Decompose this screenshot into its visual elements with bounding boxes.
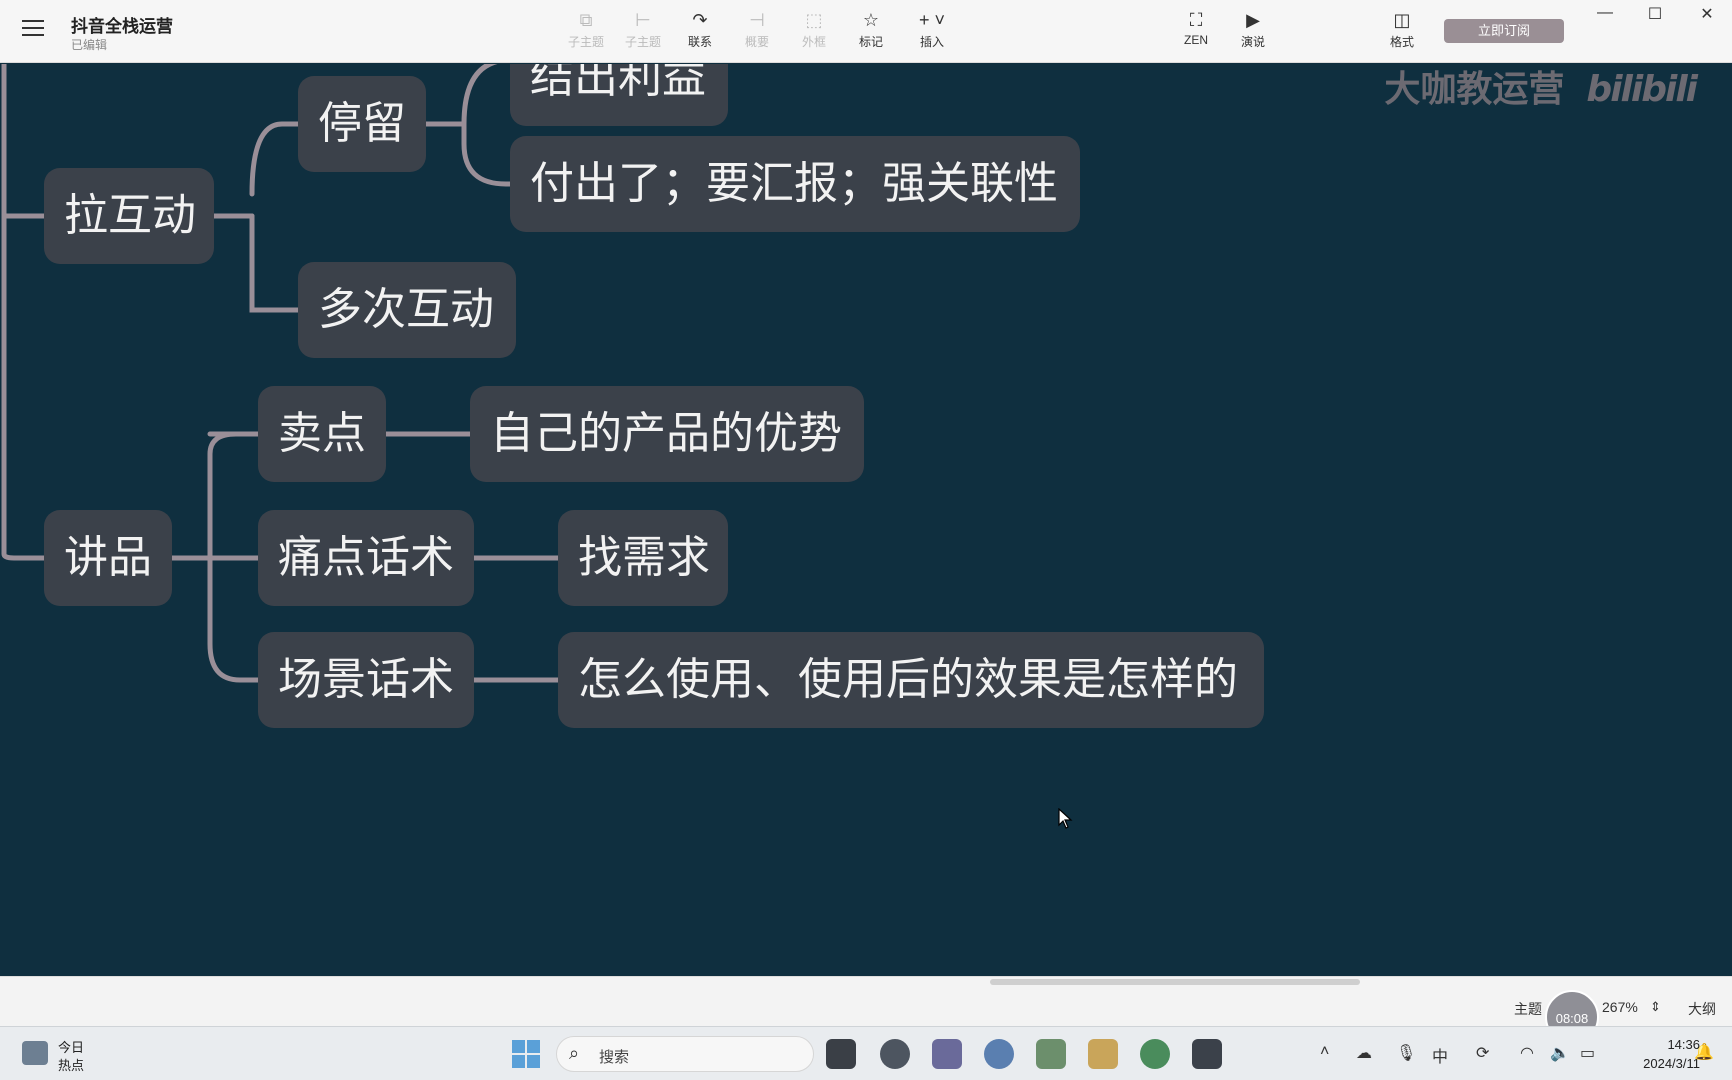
- cloud-icon[interactable]: ☁: [1356, 1043, 1372, 1063]
- news-icon: [22, 1041, 48, 1065]
- boundary-icon: ⬚: [805, 10, 823, 30]
- marker-button[interactable]: ☆ 标记: [843, 8, 899, 54]
- subtopic-icon: ⧉: [579, 10, 593, 30]
- sibling-topic-button[interactable]: ⊢ 子主题: [615, 8, 671, 54]
- mindmap-node-find-needs[interactable]: 找需求: [558, 510, 728, 606]
- mindmap-node-product-advantage[interactable]: 自己的产品的优势: [470, 386, 864, 482]
- mindmap-node-usage-effect[interactable]: 怎么使用、使用后的效果是怎样的: [558, 632, 1264, 728]
- windows-taskbar: 今日 热点 ⌕ 搜索 ˄ ☁ 🎙 中 ⟳ ◠ 🔈 ▭ 14:36 2024/3/…: [0, 1026, 1732, 1080]
- mindmap-node-selling-point[interactable]: 卖点: [258, 386, 386, 482]
- browser-app-icon[interactable]: [1140, 1039, 1170, 1069]
- wechat-app-icon[interactable]: [1036, 1039, 1066, 1069]
- summary-button[interactable]: ⊣ 概要: [729, 8, 785, 54]
- folder-app-icon[interactable]: [1088, 1039, 1118, 1069]
- launcher-app-icon[interactable]: [932, 1039, 962, 1069]
- maximize-icon[interactable]: ☐: [1640, 4, 1670, 28]
- message-app-icon[interactable]: [984, 1039, 1014, 1069]
- chat-app-icon[interactable]: [880, 1039, 910, 1069]
- top-toolbar: 抖音全栈运营 已编辑 ⧉ 子主题 ⊢ 子主题 ↷ 联系 ⊣ 概要 ⬚ 外框 ☆ …: [0, 0, 1732, 63]
- watermark-text: 大咖教运营: [1384, 69, 1565, 110]
- notification-bell-icon[interactable]: 🔔: [1694, 1042, 1714, 1062]
- star-icon: ☆: [862, 10, 880, 30]
- horizontal-scrollbar[interactable]: [990, 979, 1360, 985]
- microphone-icon[interactable]: 🎙: [1396, 1043, 1416, 1063]
- document-title: 抖音全栈运营: [71, 17, 173, 36]
- plus-icon: + ˅: [918, 10, 946, 30]
- system-clock[interactable]: 14:36 2024/3/11: [1612, 1035, 1700, 1073]
- search-icon: ⌕: [569, 1043, 580, 1063]
- battery-icon[interactable]: ▭: [1580, 1043, 1595, 1063]
- subscribe-button[interactable]: 立即订阅: [1444, 19, 1564, 43]
- theme-button[interactable]: 主题: [1514, 999, 1542, 1019]
- mindmap-node-stay[interactable]: 停留: [298, 76, 426, 172]
- file-app-icon[interactable]: [826, 1039, 856, 1069]
- relationship-button[interactable]: ↷ 联系: [672, 8, 728, 54]
- minimize-icon[interactable]: —: [1590, 4, 1620, 28]
- play-screen-icon: ▶: [1246, 10, 1260, 30]
- boundary-button[interactable]: ⬚ 外框: [786, 8, 842, 54]
- taskbar-search[interactable]: ⌕ 搜索: [556, 1036, 814, 1072]
- mindmap-app-icon[interactable]: [1192, 1039, 1222, 1069]
- outline-button[interactable]: 大纲: [1688, 999, 1716, 1019]
- mindmap-node-report-relevance[interactable]: 付出了；要汇报；强关联性: [510, 136, 1080, 232]
- mindmap-node-benefit[interactable]: 结出利益: [510, 64, 728, 126]
- insert-button[interactable]: + ˅ 插入: [904, 8, 960, 54]
- mindmap-node-product-talk[interactable]: 讲品: [44, 510, 172, 606]
- present-button[interactable]: ▶ 演说: [1225, 8, 1281, 54]
- mouse-cursor-icon: [1058, 808, 1073, 829]
- volume-icon[interactable]: 🔈: [1550, 1043, 1570, 1063]
- document-status: 已编辑: [71, 38, 108, 52]
- mindmap-node-pain-point-script[interactable]: 痛点话术: [258, 510, 474, 606]
- status-bar: 主题 267% ⇕ 大纲: [0, 976, 1732, 1026]
- mindmap-node-interaction[interactable]: 拉互动: [44, 168, 214, 264]
- fullscreen-icon: ⛶: [1189, 10, 1203, 30]
- chevron-up-icon[interactable]: ˄: [1320, 1043, 1329, 1061]
- watermark: 大咖教运营 bilibili: [1384, 64, 1698, 112]
- panel-icon: ◫: [1393, 10, 1411, 30]
- zen-mode-button[interactable]: ⛶ ZEN: [1168, 8, 1224, 54]
- format-panel-button[interactable]: ◫ 格式: [1374, 8, 1430, 54]
- ime-indicator[interactable]: 中: [1432, 1043, 1448, 1067]
- sync-icon[interactable]: ⟳: [1476, 1043, 1489, 1063]
- summary-icon: ⊣: [749, 10, 765, 30]
- mindmap-node-multiple-interactions[interactable]: 多次互动: [298, 262, 516, 358]
- relationship-icon: ↷: [692, 10, 708, 30]
- wifi-icon[interactable]: ◠: [1520, 1043, 1534, 1063]
- subtopic-button[interactable]: ⧉ 子主题: [558, 8, 614, 54]
- start-button-icon[interactable]: [512, 1040, 540, 1068]
- close-icon[interactable]: ✕: [1692, 4, 1722, 28]
- news-widget[interactable]: 今日 热点: [22, 1035, 102, 1073]
- mindmap-node-scenario-script[interactable]: 场景话术: [258, 632, 474, 728]
- mindmap-canvas[interactable]: 结出利益 停留 付出了；要汇报；强关联性 拉互动 多次互动 卖点 自己的产品的优…: [0, 64, 1732, 977]
- zoom-level[interactable]: 267%: [1602, 999, 1638, 1015]
- hamburger-menu-icon[interactable]: [22, 20, 44, 38]
- zoom-stepper-icon[interactable]: ⇕: [1650, 999, 1661, 1015]
- bilibili-logo: bilibili: [1586, 69, 1698, 110]
- sibling-topic-icon: ⊢: [635, 10, 651, 30]
